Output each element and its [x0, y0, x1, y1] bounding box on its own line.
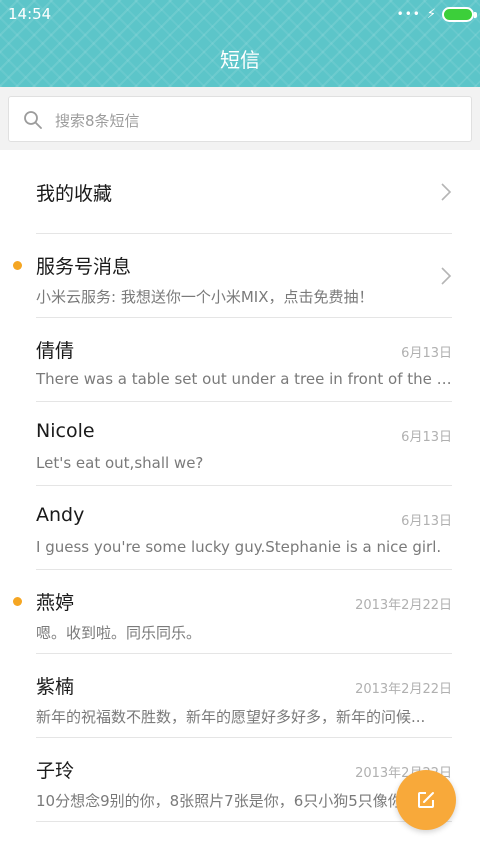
compose-icon [418, 792, 434, 808]
unread-dot [13, 597, 22, 606]
list-item-service[interactable]: 服务号消息 小米云服务: 我想送你一个小米MIX，点击免费抽！ [0, 234, 480, 318]
page-title: 短信 [220, 48, 260, 72]
list-item[interactable]: 紫楠 2013年2月22日 新年的祝福数不胜数，新年的愿望好多好多，新年的问候.… [0, 654, 480, 738]
message-date: 2013年2月22日 [355, 682, 452, 697]
message-date: 2013年2月22日 [355, 598, 452, 613]
chevron-right-icon [441, 267, 452, 285]
message-preview: I guess you're some lucky guy.Stephanie … [36, 538, 442, 556]
favorites-row[interactable]: 我的收藏 [0, 150, 480, 234]
compose-button[interactable] [396, 770, 456, 830]
status-bar: 14:54 ••• ⚡ [0, 0, 480, 28]
status-icons: ••• ⚡ [396, 5, 477, 23]
search-input[interactable]: 搜索8条短信 [8, 96, 472, 142]
conversation-list: 我的收藏 服务号消息 小米云服务: 我想送你一个小米MIX，点击免费抽！ 倩倩 … [0, 150, 480, 822]
contact-name: Nicole [36, 420, 95, 442]
contact-name: 服务号消息 [36, 256, 132, 278]
search-area: 搜索8条短信 [0, 87, 480, 150]
message-date: 6月13日 [401, 430, 452, 445]
signal-dots-icon: ••• [396, 7, 421, 21]
message-preview: Let's eat out,shall we? [36, 454, 204, 472]
charging-icon: ⚡ [426, 6, 436, 22]
list-item[interactable]: Nicole 6月13日 Let's eat out,shall we? [0, 402, 480, 486]
message-date: 6月13日 [401, 346, 452, 361]
contact-name: 紫楠 [36, 676, 75, 698]
list-item[interactable]: 燕婷 2013年2月22日 嗯。收到啦。同乐同乐。 [0, 570, 480, 654]
contact-name: 倩倩 [36, 340, 75, 362]
message-preview: 新年的祝福数不胜数，新年的愿望好多好多，新年的问候... [36, 708, 426, 726]
app-header: 14:54 ••• ⚡ 短信 [0, 0, 480, 87]
list-item[interactable]: Andy 6月13日 I guess you're some lucky guy… [0, 486, 480, 570]
search-icon [24, 111, 42, 129]
favorites-label: 我的收藏 [36, 183, 113, 205]
contact-name: Andy [36, 504, 85, 526]
status-time: 14:54 [8, 5, 52, 23]
message-preview: 嗯。收到啦。同乐同乐。 [36, 624, 202, 642]
message-preview: There was a table set out under a tree i… [36, 370, 452, 388]
contact-name: 燕婷 [36, 592, 75, 614]
message-preview: 小米云服务: 我想送你一个小米MIX，点击免费抽！ [36, 288, 374, 306]
chevron-right-icon [441, 183, 452, 201]
message-preview: 10分想念9别的你，8张照片7张是你，6只小狗5只像你... [36, 792, 418, 810]
message-date: 6月13日 [401, 514, 452, 529]
battery-icon [442, 6, 477, 22]
list-item[interactable]: 倩倩 6月13日 There was a table set out under… [0, 318, 480, 402]
search-placeholder: 搜索8条短信 [55, 112, 140, 130]
contact-name: 子玲 [36, 760, 75, 782]
unread-dot [13, 261, 22, 270]
